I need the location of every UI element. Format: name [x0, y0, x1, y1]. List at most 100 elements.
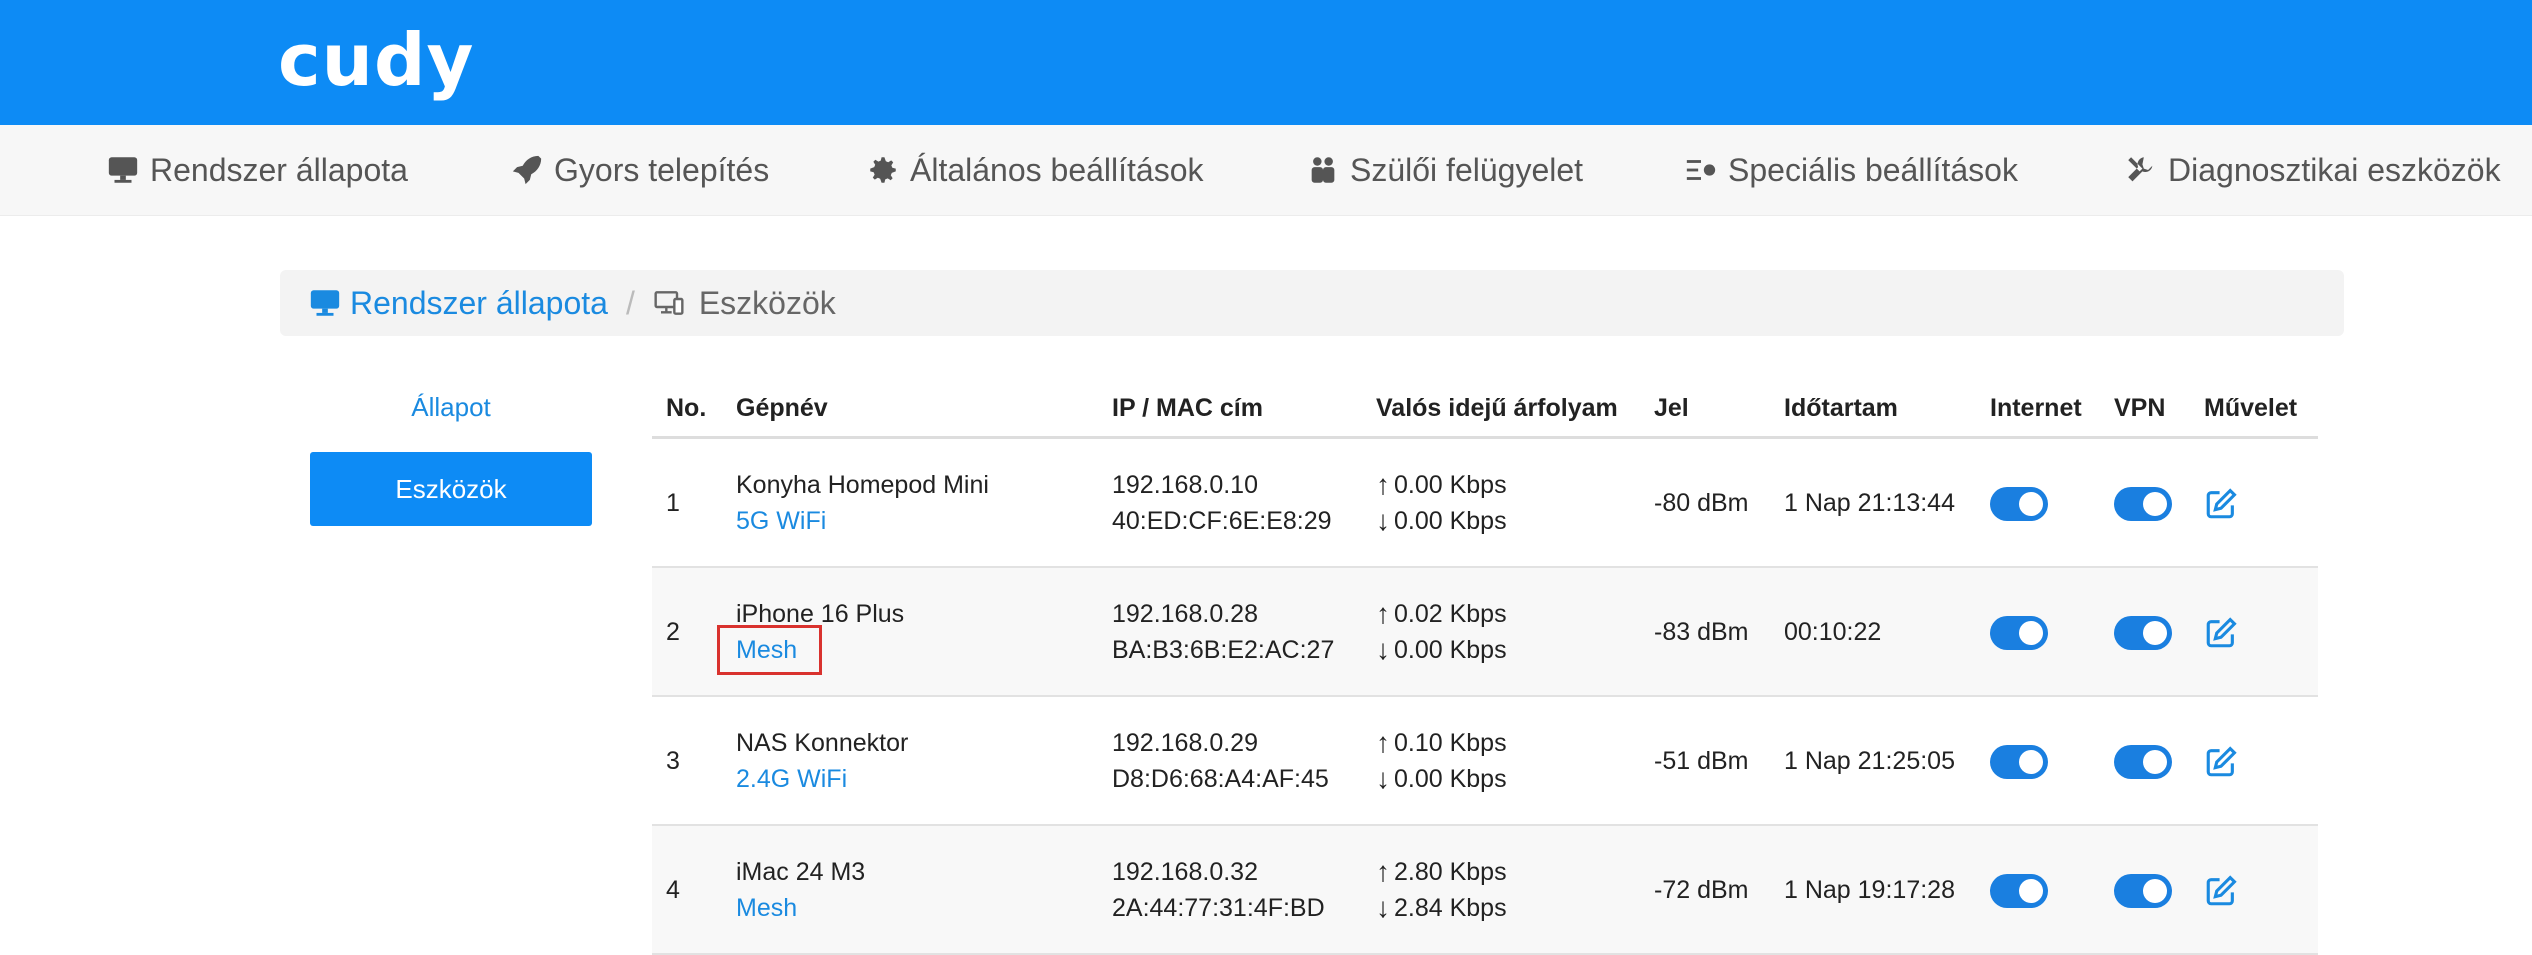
cell-vpn: [2100, 437, 2190, 568]
nav-item-system-status[interactable]: Rendszer állapota: [106, 125, 408, 215]
cell-ipmac: 192.168.0.28 BA:B3:6B:E2:AC:27: [1098, 567, 1362, 697]
device-name: NAS Konnektor: [736, 728, 909, 757]
cell-ipmac: 192.168.0.29 D8:D6:68:A4:AF:45: [1098, 696, 1362, 826]
cell-action: [2190, 567, 2318, 697]
mac-address: 2A:44:77:31:4F:BD: [1112, 893, 1325, 922]
cell-action: [2190, 437, 2318, 568]
table-row: 4 iMac 24 M3 Mesh 192.168.0.32 2A:44:77:…: [652, 825, 2318, 955]
internet-toggle[interactable]: [1990, 744, 2048, 779]
cell-vpn: [2100, 567, 2190, 697]
device-name: iMac 24 M3: [736, 857, 866, 886]
col-header-rate: Valós idejű árfolyam: [1362, 380, 1640, 439]
cell-action: [2190, 825, 2318, 955]
col-header-ipmac: IP / MAC cím: [1098, 380, 1362, 439]
upload-rate: 0.10 Kbps: [1394, 728, 1507, 757]
upload-rate: 0.02 Kbps: [1394, 599, 1507, 628]
device-name: iPhone 16 Plus: [736, 599, 905, 628]
col-header-no: No.: [652, 380, 722, 439]
users-icon: [1311, 157, 1335, 183]
connection-type-link[interactable]: Mesh: [716, 624, 823, 675]
edit-icon[interactable]: [2204, 616, 2238, 650]
connection-type-link[interactable]: 5G WiFi: [736, 503, 1098, 539]
device-name: Konyha Homepod Mini: [736, 470, 989, 499]
main-nav: Rendszer állapota Gyors telepítés Általá…: [0, 125, 2532, 216]
breadcrumb-current: Eszközök: [653, 285, 836, 322]
nav-item-advanced-settings[interactable]: Speciális beállítások: [1684, 125, 2018, 215]
cell-internet: [1976, 825, 2100, 955]
breadcrumb-home-label: Rendszer állapota: [350, 284, 608, 321]
col-header-action: Művelet: [2190, 380, 2318, 439]
breadcrumb-separator: /: [625, 284, 635, 321]
upload-rate: 0.00 Kbps: [1394, 470, 1507, 499]
download-rate: 0.00 Kbps: [1394, 764, 1507, 793]
cell-ipmac: 192.168.0.10 40:ED:CF:6E:E8:29: [1098, 437, 1362, 568]
col-header-vpn: VPN: [2100, 380, 2190, 439]
breadcrumb-home-link[interactable]: Rendszer állapota: [308, 285, 608, 322]
nav-item-label: Speciális beállítások: [1728, 151, 2018, 188]
cell-internet: [1976, 696, 2100, 826]
col-header-internet: Internet: [1976, 380, 2100, 439]
vpn-toggle[interactable]: [2114, 744, 2172, 779]
cell-no: 4: [652, 825, 722, 955]
nav-item-label: Gyors telepítés: [554, 151, 770, 188]
cell-internet: [1976, 437, 2100, 568]
table-row: 2 iPhone 16 Plus Mesh 192.168.0.28 BA:B3…: [652, 567, 2318, 697]
ip-address: 192.168.0.32: [1112, 857, 1258, 886]
mac-address: BA:B3:6B:E2:AC:27: [1112, 635, 1335, 664]
nav-item-label: Rendszer állapota: [150, 151, 408, 188]
arrow-up-icon: ↑: [1376, 726, 1390, 758]
sidebar-item-devices[interactable]: Eszközök: [310, 452, 592, 526]
cell-duration: 1 Nap 21:13:44: [1770, 437, 1976, 568]
ip-address: 192.168.0.10: [1112, 470, 1258, 499]
arrow-up-icon: ↑: [1376, 597, 1390, 629]
internet-toggle[interactable]: [1990, 873, 2048, 908]
edit-icon[interactable]: [2204, 487, 2238, 521]
vpn-toggle[interactable]: [2114, 873, 2172, 908]
connection-type-link[interactable]: 2.4G WiFi: [736, 761, 1098, 797]
download-rate: 0.00 Kbps: [1394, 506, 1507, 535]
cell-duration: 1 Nap 19:17:28: [1770, 825, 1976, 955]
devices-icon: [654, 291, 684, 315]
tools-icon: [2128, 157, 2153, 182]
rocket-icon: [512, 155, 542, 185]
nav-item-quick-setup[interactable]: Gyors telepítés: [510, 125, 769, 215]
nav-item-label: Diagnosztikai eszközök: [2168, 151, 2501, 188]
cell-name: NAS Konnektor 2.4G WiFi: [722, 696, 1098, 826]
edit-icon[interactable]: [2204, 745, 2238, 779]
download-rate: 2.84 Kbps: [1394, 893, 1507, 922]
cell-signal: -80 dBm: [1640, 437, 1770, 568]
ip-address: 192.168.0.29: [1112, 728, 1258, 757]
nav-item-parental-control[interactable]: Szülői felügyelet: [1306, 125, 1583, 215]
nav-item-general-settings[interactable]: Általános beállítások: [866, 125, 1204, 215]
nav-item-diagnostic-tools[interactable]: Diagnosztikai eszközök: [2124, 125, 2501, 215]
table-row: 1 Konyha Homepod Mini 5G WiFi 192.168.0.…: [652, 437, 2318, 568]
monitor-icon: [108, 157, 138, 183]
cell-signal: -72 dBm: [1640, 825, 1770, 955]
monitor-icon: [310, 290, 340, 316]
cell-action: [2190, 696, 2318, 826]
devices-table: No. Gépnév IP / MAC cím Valós idejű árfo…: [652, 380, 2318, 955]
edit-icon[interactable]: [2204, 874, 2238, 908]
vpn-toggle[interactable]: [2114, 486, 2172, 521]
cell-name: iMac 24 M3 Mesh: [722, 825, 1098, 955]
cudy-logo[interactable]: cudy: [278, 18, 474, 102]
download-rate: 0.00 Kbps: [1394, 635, 1507, 664]
top-header: cudy: [0, 0, 2532, 125]
arrow-down-icon: ↓: [1376, 891, 1390, 923]
internet-toggle[interactable]: [1990, 486, 2048, 521]
connection-type-link[interactable]: Mesh: [736, 890, 1098, 926]
arrow-down-icon: ↓: [1376, 762, 1390, 794]
arrow-up-icon: ↑: [1376, 468, 1390, 500]
cell-rate: ↑ 2.80 Kbps ↓ 2.84 Kbps: [1362, 825, 1640, 955]
cell-vpn: [2100, 696, 2190, 826]
col-header-signal: Jel: [1640, 380, 1770, 439]
vpn-toggle[interactable]: [2114, 615, 2172, 650]
sidebar-item-status[interactable]: Állapot: [310, 392, 592, 432]
cell-duration: 00:10:22: [1770, 567, 1976, 697]
advanced-settings-icon: [1686, 160, 1716, 180]
internet-toggle[interactable]: [1990, 615, 2048, 650]
arrow-down-icon: ↓: [1376, 504, 1390, 536]
breadcrumb: Rendszer állapota / Eszközök: [280, 270, 2344, 336]
cell-rate: ↑ 0.00 Kbps ↓ 0.00 Kbps: [1362, 437, 1640, 568]
cell-rate: ↑ 0.02 Kbps ↓ 0.00 Kbps: [1362, 567, 1640, 697]
